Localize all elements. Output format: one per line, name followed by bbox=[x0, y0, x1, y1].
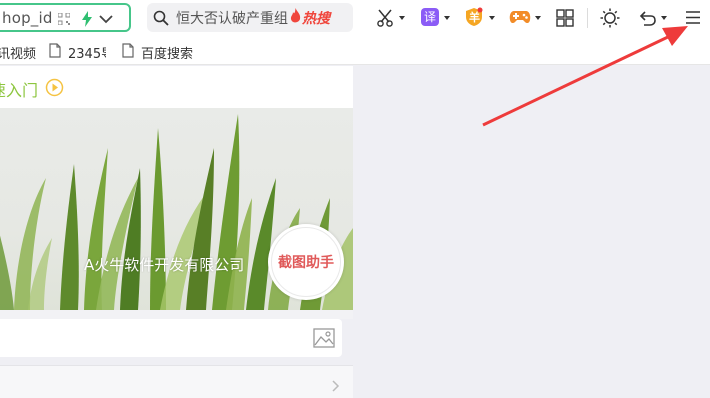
annotation-arrow bbox=[482, 26, 688, 127]
browser-window: hop_id 恒大否认破产重组 热搜 译 羊 讯视频 2345 百度搜索 入门 … bbox=[0, 0, 710, 398]
